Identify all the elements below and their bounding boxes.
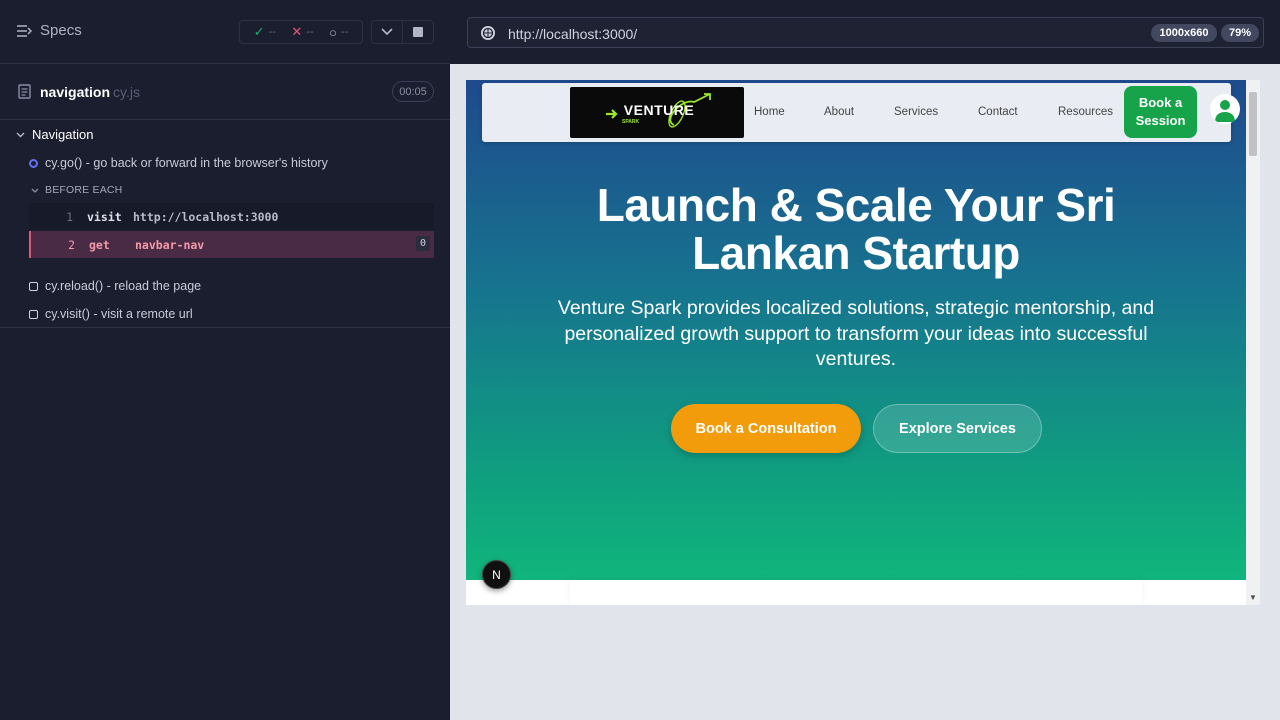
nav-link-services[interactable]: Services xyxy=(894,106,938,118)
stop-button[interactable] xyxy=(403,21,433,43)
document-icon xyxy=(18,84,31,99)
specs-toggle-button[interactable]: Specs xyxy=(16,22,82,39)
suite-title: Navigation xyxy=(32,127,94,142)
command-name: visit xyxy=(87,209,122,224)
specs-label: Specs xyxy=(40,22,82,39)
failed-stat: ✕ -- xyxy=(291,24,313,40)
pending-square-icon xyxy=(29,281,38,291)
pending-square-icon xyxy=(29,309,38,319)
user-icon xyxy=(1215,100,1235,122)
url-bar[interactable]: http://localhost:3000/ 1000x660 79% xyxy=(467,17,1264,48)
hero-title: Launch & Scale Your Sri Lankan Startup xyxy=(596,179,1116,279)
chevron-down-icon[interactable] xyxy=(372,21,403,43)
content-card xyxy=(570,580,1142,605)
nav-link-resources[interactable]: Resources xyxy=(1058,106,1113,118)
stop-icon xyxy=(413,27,423,37)
nav-link-about[interactable]: About xyxy=(824,106,854,118)
nav-link-contact[interactable]: Contact xyxy=(978,106,1018,118)
test-stats: ✓ -- ✕ -- ○ -- xyxy=(239,20,363,44)
test-title: cy.reload() - reload the page xyxy=(45,279,202,293)
test-item-visit[interactable]: cy.visit() - visit a remote url xyxy=(29,307,193,321)
zoom-badge[interactable]: 79% xyxy=(1221,24,1259,42)
url-text: http://localhost:3000/ xyxy=(508,26,638,42)
nextjs-dev-badge[interactable]: N xyxy=(482,560,511,589)
site-logo[interactable]: VENTURE SPARK xyxy=(570,87,744,138)
cross-icon: ✕ xyxy=(291,24,303,39)
hero-subtitle: Venture Spark provides localized solutio… xyxy=(557,297,1155,370)
command-name: get xyxy=(89,237,110,252)
suite-navigation[interactable]: Navigation xyxy=(16,127,93,142)
check-icon: ✓ xyxy=(253,24,265,39)
aut-viewport: VENTURE SPARK Home About Services Contac… xyxy=(466,80,1260,605)
logo-text: VENTURE xyxy=(623,101,695,118)
passed-stat: ✓ -- xyxy=(254,24,276,40)
command-arg: navbar-nav xyxy=(135,237,205,252)
command-row-failed[interactable]: 2 get navbar-nav 0 xyxy=(29,231,434,258)
hook-label: BEFORE EACH xyxy=(45,184,123,196)
explore-services-button[interactable]: Explore Services xyxy=(873,404,1042,453)
reporter-header: Specs ✓ -- ✕ -- ○ -- xyxy=(0,0,450,64)
spec-title: navigation cy.js xyxy=(40,84,140,100)
book-session-button[interactable]: Book a Session xyxy=(1124,86,1197,138)
passed-count: -- xyxy=(268,26,276,38)
command-number: 1 xyxy=(66,209,73,224)
scrollbar[interactable]: ▼ xyxy=(1246,80,1260,605)
aut-panel: http://localhost:3000/ 1000x660 79% VENT… xyxy=(450,0,1280,720)
scrollbar-thumb[interactable] xyxy=(1249,92,1257,156)
logo-subtext: SPARK xyxy=(622,119,640,125)
nav-link-home[interactable]: Home xyxy=(754,106,785,118)
spec-name: navigation xyxy=(40,84,111,100)
command-arg: http://localhost:3000 xyxy=(133,209,279,224)
failed-count: -- xyxy=(306,26,314,38)
globe-icon xyxy=(481,26,495,40)
chevron-down-icon xyxy=(31,188,39,193)
test-title: cy.go() - go back or forward in the brow… xyxy=(45,156,328,170)
reporter-panel: Specs ✓ -- ✕ -- ○ -- navigation cy.js 00:05 … xyxy=(0,0,450,720)
viewport-size-badge[interactable]: 1000x660 xyxy=(1151,24,1217,42)
hero-section: VENTURE SPARK Home About Services Contac… xyxy=(466,80,1246,589)
menu-icon xyxy=(17,24,32,37)
scroll-down-icon[interactable]: ▼ xyxy=(1249,593,1257,602)
running-icon xyxy=(29,158,38,168)
user-button[interactable] xyxy=(1210,94,1240,124)
pending-stat: ○ -- xyxy=(329,25,348,40)
spec-extension: cy.js xyxy=(113,84,140,100)
run-controls xyxy=(371,20,434,44)
divider xyxy=(0,327,450,328)
book-consultation-button[interactable]: Book a Consultation xyxy=(671,404,861,453)
test-item-go[interactable]: cy.go() - go back or forward in the brow… xyxy=(29,156,328,170)
command-row[interactable]: 1 visit http://localhost:3000 xyxy=(29,203,434,230)
chevron-down-icon xyxy=(16,132,25,137)
aut-header: http://localhost:3000/ 1000x660 79% xyxy=(450,0,1280,64)
command-number: 2 xyxy=(68,237,75,252)
hook-before-each[interactable]: BEFORE EACH xyxy=(31,184,122,196)
pending-icon: ○ xyxy=(329,24,337,40)
test-title: cy.visit() - visit a remote url xyxy=(45,307,193,321)
site-navbar: VENTURE SPARK Home About Services Contac… xyxy=(482,83,1231,142)
spec-duration: 00:05 xyxy=(392,81,434,102)
element-count-badge: 0 xyxy=(415,236,430,251)
pending-count: -- xyxy=(340,26,349,38)
test-item-reload[interactable]: cy.reload() - reload the page xyxy=(29,279,201,293)
